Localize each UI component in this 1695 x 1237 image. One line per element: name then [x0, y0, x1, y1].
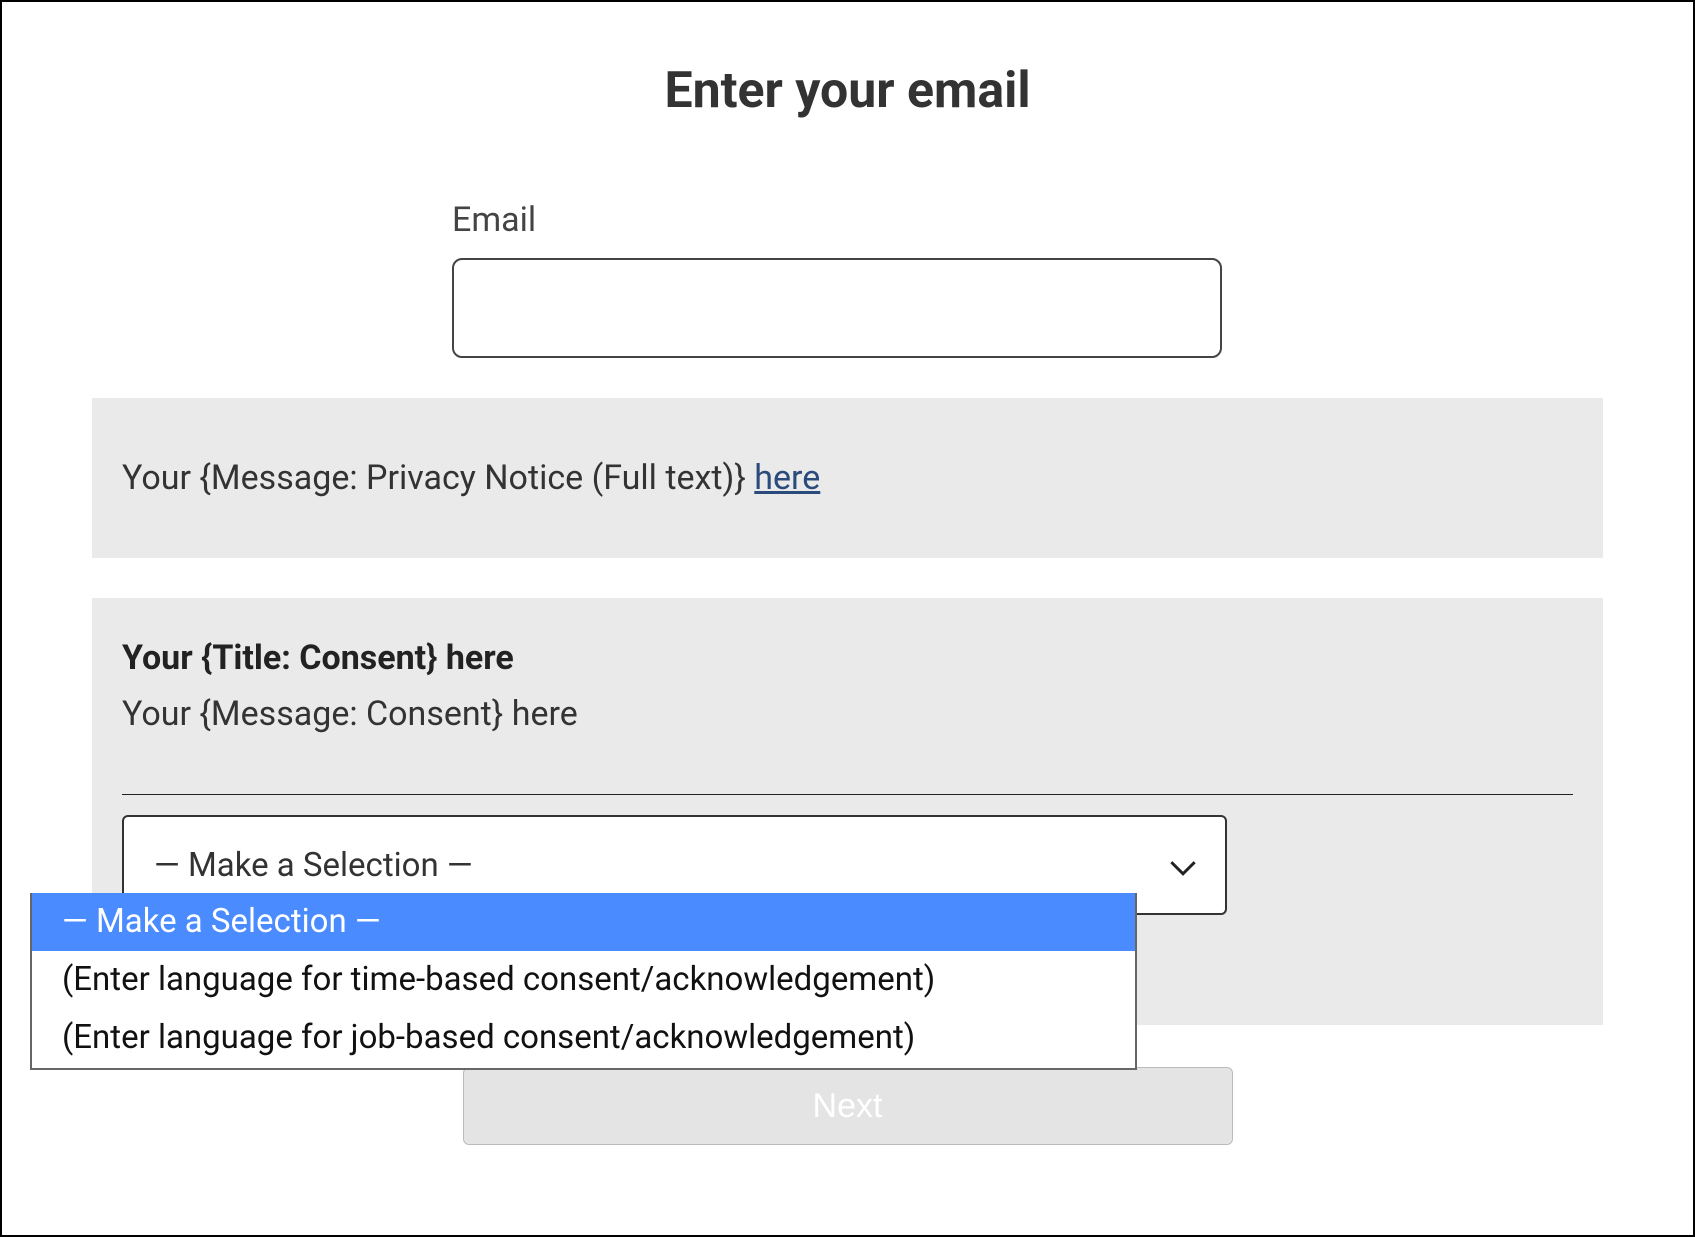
- consent-option-time-based[interactable]: (Enter language for time-based consent/a…: [32, 951, 1135, 1009]
- consent-title: Your {Title: Consent} here: [122, 638, 1573, 678]
- email-label: Email: [452, 200, 1603, 240]
- consent-option-placeholder[interactable]: — Make a Selection —: [32, 893, 1135, 951]
- form-container: Enter your email Email Your {Message: Pr…: [0, 0, 1695, 1237]
- consent-message: Your {Message: Consent} here: [122, 694, 1573, 734]
- email-row: Email: [452, 200, 1603, 358]
- privacy-notice-panel: Your {Message: Privacy Notice (Full text…: [92, 398, 1603, 558]
- email-input[interactable]: [452, 258, 1222, 358]
- chevron-down-icon: [1169, 859, 1197, 877]
- privacy-link[interactable]: here: [754, 458, 820, 498]
- divider: [122, 794, 1573, 795]
- next-button[interactable]: Next: [463, 1067, 1233, 1145]
- privacy-notice-text: Your {Message: Privacy Notice (Full text…: [122, 458, 1573, 498]
- consent-option-job-based[interactable]: (Enter language for job-based consent/ac…: [32, 1009, 1135, 1067]
- page-title: Enter your email: [92, 62, 1603, 120]
- privacy-prefix: Your {Message: Privacy Notice (Full text…: [122, 458, 754, 498]
- consent-select-display: — Make a Selection —: [154, 846, 473, 885]
- consent-dropdown-list: — Make a Selection — (Enter language for…: [30, 893, 1137, 1070]
